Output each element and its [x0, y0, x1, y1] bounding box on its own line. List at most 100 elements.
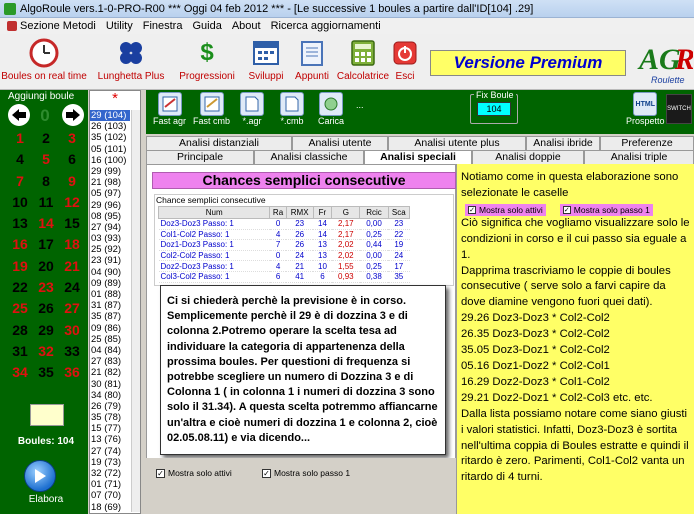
number-cell[interactable]: 15 [60, 213, 84, 234]
history-item[interactable]: 09 (89) [90, 278, 130, 289]
number-cell[interactable]: 1 [8, 128, 32, 149]
table-row[interactable]: Doz3-Doz3 Passo: 1 0 23 14 2,17 0,00 23 [158, 218, 410, 230]
history-item[interactable]: 34 (80) [90, 390, 130, 401]
fast-agr-button[interactable]: Fast agr [153, 92, 186, 126]
tab-analisi-distanziali[interactable]: Analisi distanziali [146, 136, 292, 150]
lunghetta-plus-button[interactable]: Lunghetta Plus [96, 34, 166, 90]
table-row[interactable]: Col1-Col2 Passo: 1 4 26 14 2,17 0,25 22 [158, 229, 410, 241]
prospetto-button[interactable]: HTML Prospetto [626, 92, 665, 126]
prev-button[interactable] [8, 104, 30, 126]
tab-analisi-classiche[interactable]: Analisi classiche [254, 150, 364, 164]
menu-sezione-metodi[interactable]: Sezione Metodi [2, 20, 101, 32]
history-scrollbar[interactable] [131, 110, 140, 512]
history-item[interactable]: 07 (70) [90, 490, 130, 501]
number-cell[interactable]: 9 [60, 171, 84, 192]
number-cell[interactable]: 14 [34, 213, 58, 234]
number-cell[interactable]: 16 [8, 234, 32, 255]
tab-analisi-utente-plus[interactable]: Analisi utente plus [388, 136, 526, 150]
number-cell[interactable]: 5 [34, 149, 58, 170]
tab-analisi-utente[interactable]: Analisi utente [292, 136, 388, 150]
fast-cmb-button[interactable]: Fast cmb [193, 92, 230, 126]
history-item[interactable]: 01 (71) [90, 479, 130, 490]
boules-realtime-button[interactable]: Boules on real time [1, 34, 87, 90]
menu-guida[interactable]: Guida [187, 20, 226, 32]
history-item[interactable]: 05 (97) [90, 188, 130, 199]
number-cell[interactable]: 24 [60, 277, 84, 298]
history-item[interactable]: 26 (79) [90, 401, 130, 412]
number-cell[interactable]: 34 [8, 362, 32, 383]
history-item[interactable]: 30 (81) [90, 379, 130, 390]
menu-about[interactable]: About [227, 20, 266, 32]
number-cell[interactable]: 13 [8, 213, 32, 234]
column-header[interactable]: Num [157, 206, 271, 219]
tab-principale[interactable]: Principale [146, 150, 254, 164]
number-cell[interactable]: 26 [34, 298, 58, 319]
mostra-solo-passo-checkbox[interactable]: ✓ Mostra solo passo 1 [262, 468, 350, 478]
tab-preferenze[interactable]: Preferenze [600, 136, 694, 150]
mostra-solo-attivi-checkbox[interactable]: ✓ Mostra solo attivi [156, 468, 232, 478]
number-cell[interactable]: 27 [60, 298, 84, 319]
table-row[interactable]: Col3-Col2 Passo: 1 6 41 6 0,93 0,38 35 [158, 271, 410, 283]
number-cell[interactable]: 6 [60, 149, 84, 170]
column-header[interactable]: RMX [285, 206, 314, 219]
history-item[interactable]: 23 (91) [90, 255, 130, 266]
history-item[interactable]: 19 (73) [90, 457, 130, 468]
history-item[interactable]: 15 (77) [90, 423, 130, 434]
number-cell[interactable]: 20 [34, 256, 58, 277]
number-cell[interactable]: 8 [34, 171, 58, 192]
number-cell[interactable]: 35 [34, 362, 58, 383]
table-row[interactable]: Doz1-Doz3 Passo: 1 7 26 13 2,02 0,44 19 [158, 239, 410, 251]
number-cell[interactable]: 22 [8, 277, 32, 298]
number-cell[interactable]: 4 [8, 149, 32, 170]
history-item[interactable]: 25 (92) [90, 244, 130, 255]
history-item[interactable]: 21 (98) [90, 177, 130, 188]
history-item[interactable]: 01 (88) [90, 289, 130, 300]
number-cell[interactable]: 32 [34, 341, 58, 362]
number-cell[interactable]: 10 [8, 192, 32, 213]
tab-analisi-speciali[interactable]: Analisi speciali [364, 150, 472, 164]
elabora-button[interactable] [24, 460, 56, 492]
number-cell[interactable]: 17 [34, 234, 58, 255]
number-cell[interactable]: 18 [60, 234, 84, 255]
number-cell[interactable]: 28 [8, 320, 32, 341]
history-item[interactable]: 04 (90) [90, 267, 130, 278]
history-item[interactable]: 35 (78) [90, 412, 130, 423]
history-item[interactable]: 27 (94) [90, 222, 130, 233]
number-cell[interactable]: 11 [34, 192, 58, 213]
menu-ricerca-aggiornamenti[interactable]: Ricerca aggiornamenti [266, 20, 386, 32]
history-item[interactable]: 08 (95) [90, 211, 130, 222]
number-cell[interactable]: 36 [60, 362, 84, 383]
number-cell[interactable]: 29 [34, 320, 58, 341]
history-item[interactable]: 09 (86) [90, 323, 130, 334]
tab-analisi-ibride[interactable]: Analisi ibride [526, 136, 600, 150]
history-item[interactable]: 27 (74) [90, 446, 130, 457]
fix-boule-input[interactable]: 104 [477, 102, 511, 116]
number-cell[interactable]: 2 [34, 128, 58, 149]
column-header[interactable]: Ra [269, 206, 287, 219]
history-item[interactable]: 16 (100) [90, 155, 130, 166]
switch-button[interactable]: SWITCH [666, 94, 692, 124]
column-header[interactable]: G [331, 206, 361, 219]
table-row[interactable]: Col2-Col2 Passo: 1 0 24 13 2,02 0,00 24 [158, 250, 410, 262]
menu-finestra[interactable]: Finestra [138, 20, 188, 32]
number-cell[interactable]: 3 [60, 128, 84, 149]
history-item[interactable]: 05 (101) [90, 144, 130, 155]
sviluppi-button[interactable]: Sviluppi [244, 34, 288, 90]
history-item[interactable]: 13 (76) [90, 434, 130, 445]
history-item[interactable]: 35 (87) [90, 311, 130, 322]
history-item[interactable]: 29 (99) [90, 166, 130, 177]
number-cell[interactable]: 23 [34, 277, 58, 298]
number-cell[interactable]: 31 [8, 341, 32, 362]
calcolatrice-button[interactable]: Calcolatrice [337, 34, 389, 90]
chances-table[interactable]: Num Ra RMX Fr G Rcic Sca Doz3-Doz3 Passo: 1 0 23… [157, 206, 411, 283]
appunti-button[interactable]: Appunti [292, 34, 332, 90]
number-0[interactable]: 0 [30, 104, 60, 128]
cmb-file-button[interactable]: *.cmb [280, 92, 304, 126]
carica-button[interactable]: Carica [318, 92, 344, 126]
history-item[interactable]: 27 (83) [90, 356, 130, 367]
number-cell[interactable]: 21 [60, 256, 84, 277]
history-item[interactable]: 31 (87) [90, 300, 130, 311]
history-item[interactable]: 35 (102) [90, 132, 130, 143]
number-cell[interactable]: 12 [60, 192, 84, 213]
column-header[interactable]: Fr [312, 206, 333, 219]
